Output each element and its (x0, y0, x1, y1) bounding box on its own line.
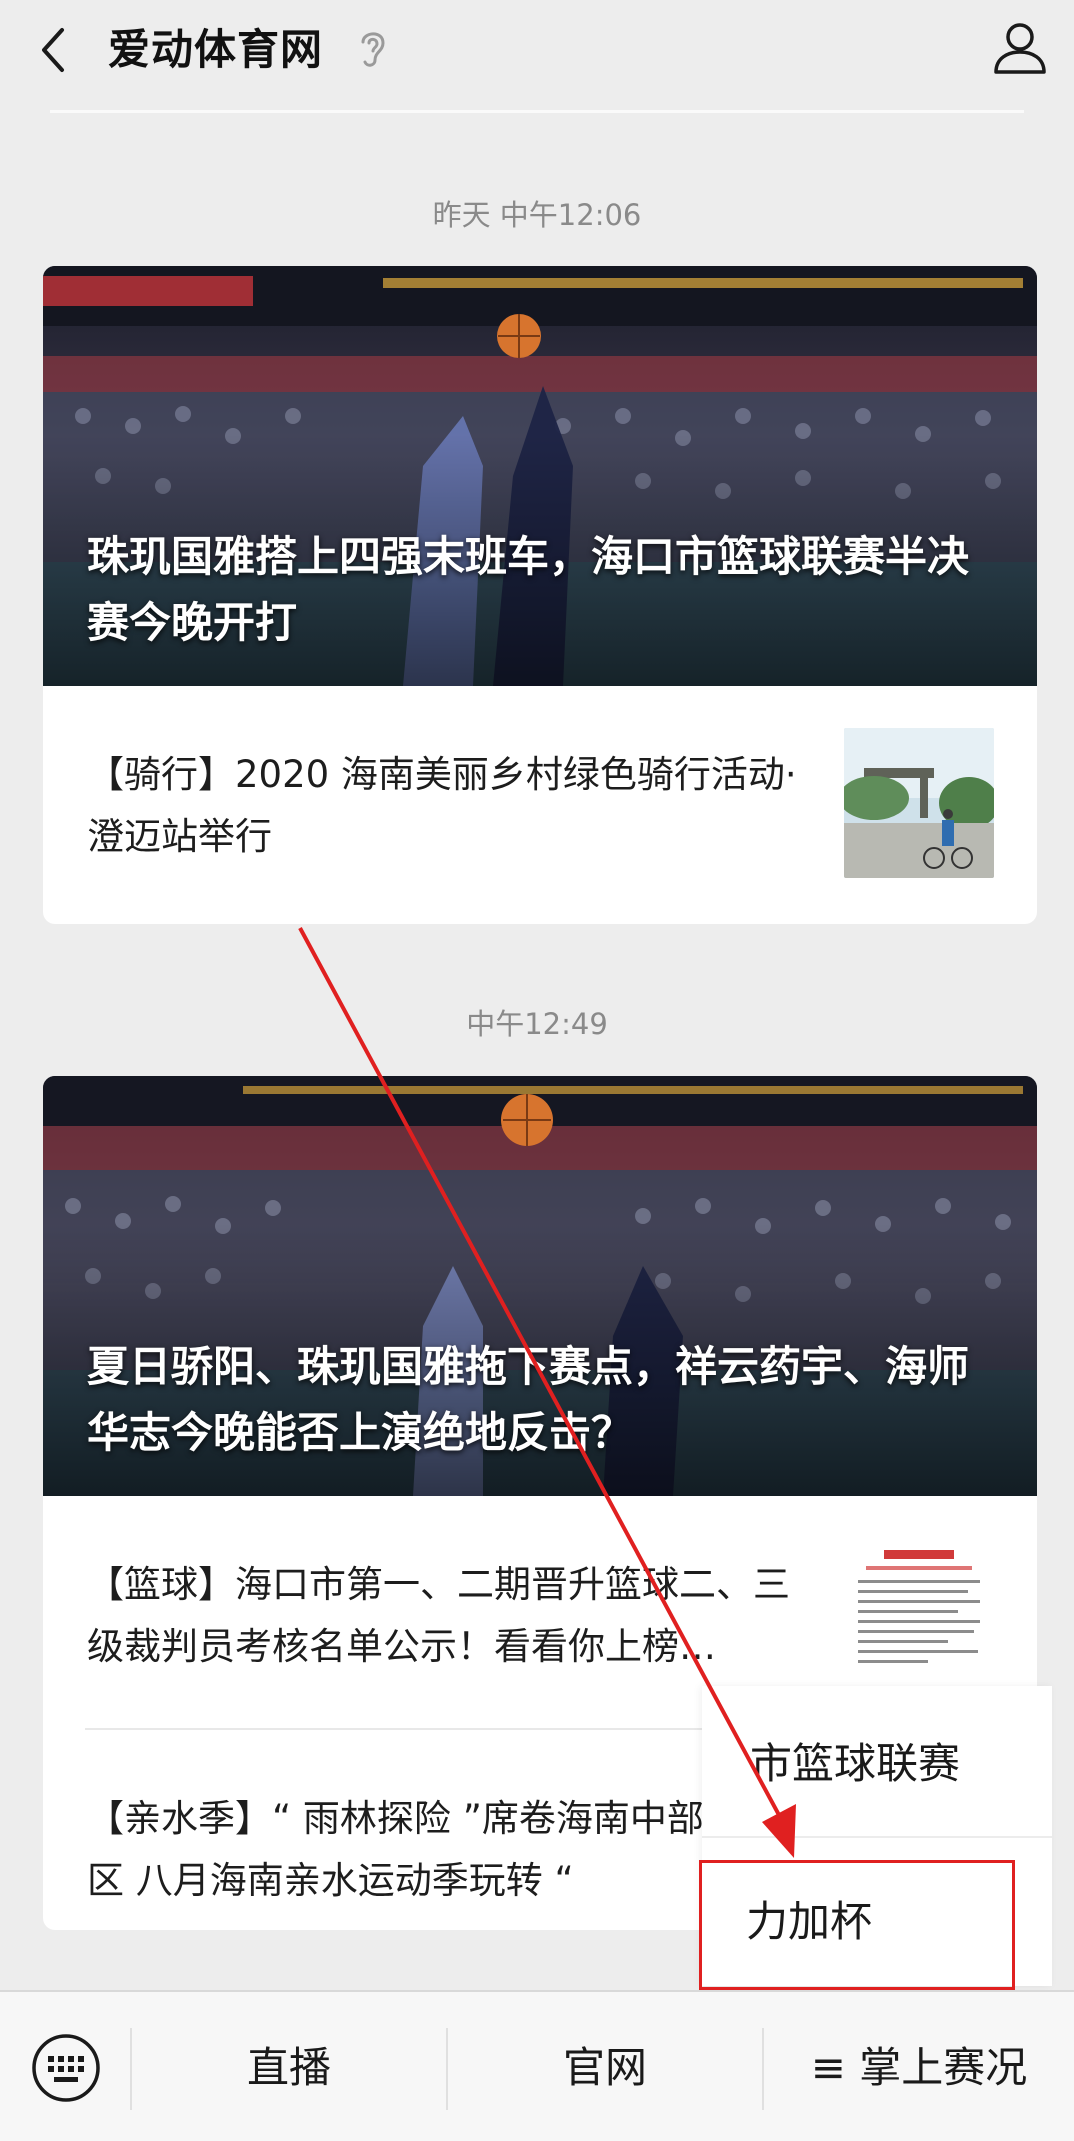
top-bar: 爱动体育网 (0, 0, 1074, 112)
highlight-box (699, 1860, 1015, 1990)
message-timestamp: 中午12:49 (466, 1007, 608, 1041)
chevron-left-icon[interactable] (30, 20, 90, 80)
article-list-item[interactable]: 【骑行】2020 海南美丽乡村绿色骑行活动·澄迈站举行 (43, 686, 1037, 920)
article-title: 【篮球】海口市第一、二期晋升篮球二、三级裁判员考核名单公示！看看你上榜… (87, 1563, 790, 1668)
article-hero-title: 夏日骄阳、珠玑国雅拖下赛点，祥云药宇、海师华志今晚能否上演绝地反击？ (87, 1342, 970, 1457)
header-divider (50, 110, 1024, 113)
bottom-menu-bar: 直播 官网 ≡ 掌上赛况 (0, 1990, 1074, 2141)
submenu-item-league[interactable]: 市篮球联赛 (750, 1730, 1074, 1791)
ear-icon[interactable] (355, 26, 389, 70)
article-card: 珠玑国雅搭上四强末班车，海口市篮球联赛半决赛今晚开打 【骑行】2020 海南美丽… (43, 266, 1037, 924)
article-thumbnail (844, 728, 994, 878)
message-timestamp: 昨天 中午12:06 (432, 198, 642, 232)
account-title: 爱动体育网 (108, 25, 324, 74)
submenu-divider (702, 1836, 1052, 1838)
article-thumbnail (844, 1538, 994, 1688)
menu-live-scores-button[interactable]: ≡ 掌上赛况 (764, 2020, 1074, 2116)
user-icon[interactable] (990, 18, 1050, 78)
menu-official-site-button[interactable]: 官网 (448, 2020, 762, 2116)
menu-live-button[interactable]: 直播 (132, 2020, 446, 2116)
article-hero[interactable]: 夏日骄阳、珠玑国雅拖下赛点，祥云药宇、海师华志今晚能否上演绝地反击？ (43, 1076, 1037, 1496)
article-title: 【骑行】2020 海南美丽乡村绿色骑行活动·澄迈站举行 (87, 753, 797, 858)
article-hero[interactable]: 珠玑国雅搭上四强末班车，海口市篮球联赛半决赛今晚开打 (43, 266, 1037, 686)
keyboard-icon[interactable] (30, 2032, 102, 2104)
article-hero-title: 珠玑国雅搭上四强末班车，海口市篮球联赛半决赛今晚开打 (87, 532, 970, 647)
